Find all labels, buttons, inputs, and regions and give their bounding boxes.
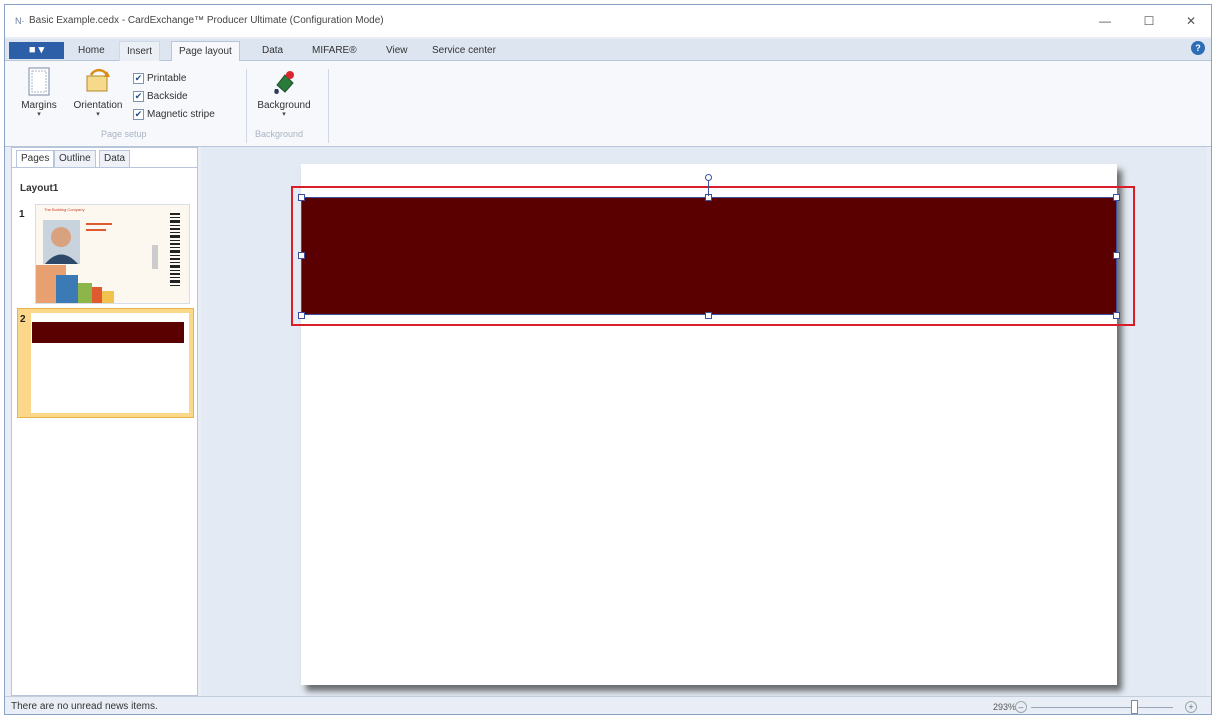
resize-handle[interactable] [298,252,305,259]
help-icon[interactable]: ? [1191,41,1205,55]
orientation-icon [86,68,110,92]
page-2-thumbnail [31,313,189,413]
tab-view[interactable]: View [379,41,415,61]
app-icon: N· [15,16,25,26]
design-canvas[interactable] [201,147,1207,696]
tab-pane-data[interactable]: Data [99,150,131,167]
page-1-thumbnail[interactable]: The Building Company [35,204,190,304]
minimize-button[interactable]: — [1085,9,1125,33]
tab-insert[interactable]: Insert [119,41,161,61]
title-bar: N· Basic Example.cedx - CardExchange™ Pr… [5,5,1211,37]
resize-handle[interactable] [1113,194,1120,201]
group-separator [246,69,247,143]
tab-pages[interactable]: Pages [16,150,55,168]
background-label: Background [257,100,311,111]
zoom-slider[interactable] [1031,707,1173,708]
margins-button[interactable]: Margins ▾ [15,67,63,119]
app-window: N· Basic Example.cedx - CardExchange™ Pr… [4,4,1212,715]
page-2-selected-highlight[interactable]: 2 [17,308,194,418]
resize-handle[interactable] [298,194,305,201]
file-menu-button[interactable]: ■ ▾ [9,42,64,59]
ribbon-tab-bar: ■ ▾ Home Insert Page layout Data MIFARE®… [5,39,1211,62]
checkbox-checked-icon: ✔ [133,90,144,102]
orientation-button[interactable]: Orientation ▾ [67,67,129,119]
margins-label: Margins [21,100,57,111]
card-front-preview [36,205,189,303]
tab-mifare[interactable]: MIFARE® [305,41,364,61]
group-separator [328,69,329,143]
ribbon-panel: Margins ▾ Orientation ▾ ✔ Printable ✔ Ba… [5,61,1211,147]
tab-data[interactable]: Data [255,41,290,61]
layout-name: Layout1 [20,183,59,194]
printable-label: Printable [147,72,187,84]
zoom-out-icon[interactable]: – [1015,701,1027,713]
checkbox-checked-icon: ✔ [133,108,144,120]
tab-home[interactable]: Home [71,41,112,61]
printable-checkbox[interactable]: ✔ Printable [133,70,186,86]
zoom-slider-thumb[interactable] [1131,700,1138,714]
orientation-label: Orientation [73,100,123,111]
backside-checkbox[interactable]: ✔ Backside [133,88,188,104]
maximize-button[interactable]: ☐ [1129,9,1169,33]
magnetic-stripe-checkbox[interactable]: ✔ Magnetic stripe [133,106,215,122]
background-group-label: Background [255,129,304,139]
tab-service-center[interactable]: Service center [425,41,503,61]
magnetic-stripe-label: Magnetic stripe [147,108,215,120]
status-message: There are no unread news items. [11,701,158,712]
page-2-number: 2 [20,314,26,325]
rotate-handle[interactable] [705,174,712,181]
thumbnail-company-text: The Building Company [44,207,85,212]
chevron-down-icon: ▾ [96,111,100,118]
pages-pane: Pages Outline Data Layout1 1 The Buildin… [11,147,198,696]
resize-handle[interactable] [298,312,305,319]
page-setup-group-label: Page setup [101,129,147,139]
paint-bucket-icon [274,71,294,94]
selection-frame [301,197,1117,315]
page-1-number: 1 [19,209,25,220]
margins-icon [28,67,50,96]
chevron-down-icon: ▾ [282,111,286,118]
status-bar: There are no unread news items. 293% – + [5,696,1211,714]
resize-handle[interactable] [1113,312,1120,319]
chevron-down-icon: ▾ [37,111,41,118]
zoom-in-icon[interactable]: + [1185,701,1197,713]
close-button[interactable]: ✕ [1171,9,1211,33]
backside-label: Backside [147,90,188,102]
zoom-level: 293% [993,702,1017,712]
resize-handle[interactable] [705,312,712,319]
checkbox-checked-icon: ✔ [133,72,144,84]
resize-handle[interactable] [1113,252,1120,259]
background-button[interactable]: Background ▾ [251,67,317,119]
tab-outline[interactable]: Outline [54,150,96,167]
tab-page-layout[interactable]: Page layout [171,41,240,62]
card-page[interactable] [291,164,1135,685]
window-title: Basic Example.cedx - CardExchange™ Produ… [29,15,384,26]
thumbnail-band [32,322,184,343]
